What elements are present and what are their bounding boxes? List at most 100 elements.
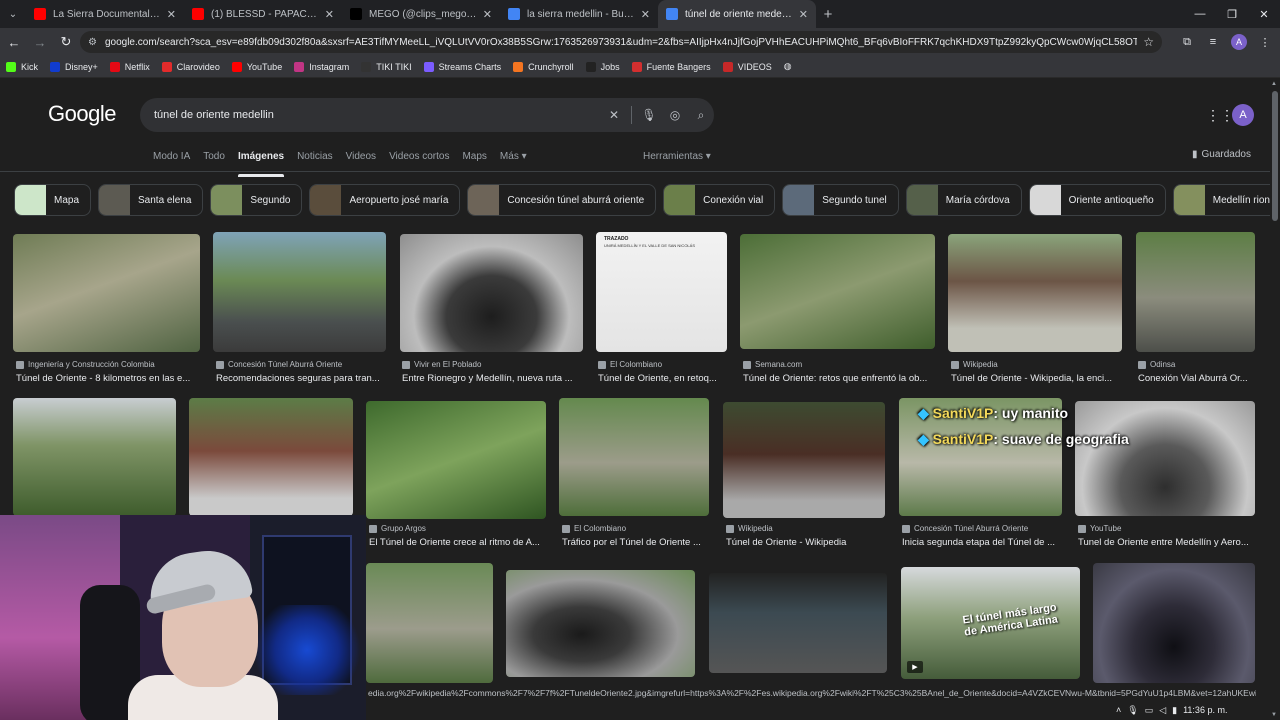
- restore-icon[interactable]: ❐: [1216, 0, 1248, 28]
- result-meta[interactable]: El Colombiano Túnel de Oriente, en retoq.…: [598, 359, 722, 384]
- result-image[interactable]: [506, 570, 695, 677]
- globe-icon[interactable]: ◍: [784, 61, 792, 72]
- tab-close-icon[interactable]: ✕: [167, 8, 176, 21]
- bookmark-star-icon[interactable]: ☆: [1143, 35, 1154, 49]
- browser-tab[interactable]: la sierra medellin - Buscar con G ✕: [500, 0, 658, 28]
- minimize-icon[interactable]: —: [1184, 0, 1216, 28]
- result-image[interactable]: [709, 573, 887, 673]
- media-controls-icon[interactable]: ≡: [1204, 30, 1222, 54]
- back-icon[interactable]: ←: [2, 30, 26, 54]
- scroll-up-icon[interactable]: ▲: [1271, 81, 1277, 87]
- result-image[interactable]: [1075, 401, 1255, 516]
- tab-close-icon[interactable]: ✕: [483, 8, 492, 21]
- bookmark-item[interactable]: Fuente Bangers: [631, 61, 711, 72]
- result-image[interactable]: [189, 398, 353, 516]
- result-image[interactable]: [366, 563, 493, 683]
- result-image[interactable]: ▶ El túnel más largo de América Latina: [901, 567, 1080, 679]
- browser-tab[interactable]: La Sierra Documental Película c ✕: [26, 0, 184, 28]
- source-favicon-icon: [369, 524, 377, 533]
- tab-close-icon[interactable]: ✕: [325, 8, 334, 21]
- url-text[interactable]: google.com/search?sca_esv=e89fdb09d302f8…: [105, 37, 1137, 48]
- chat-username: SantiV1P: [932, 431, 994, 447]
- result-image[interactable]: [740, 234, 935, 349]
- result-source-name: Concesión Túnel Aburrá Oriente: [914, 524, 1029, 533]
- bookmark-label: Netflix: [124, 61, 150, 72]
- bookmark-label: TIKI TIKI: [376, 61, 412, 72]
- bookmark-item[interactable]: Netflix: [109, 61, 150, 72]
- bookmark-item[interactable]: YouTube: [231, 61, 283, 72]
- mic-tray-icon[interactable]: 🎙: [1127, 705, 1138, 716]
- bookmark-item[interactable]: Streams Charts: [423, 61, 501, 72]
- bookmark-item[interactable]: Disney+: [50, 61, 98, 72]
- system-tray: ˄ 🎙 ▭ ◁ ▮ 11:36 p. m.: [1116, 700, 1280, 720]
- close-window-icon[interactable]: ✕: [1248, 0, 1280, 28]
- result-meta[interactable]: Odinsa Conexión Vial Aburrá Or...: [1138, 359, 1255, 384]
- chevron-up-icon[interactable]: ˄: [1116, 705, 1121, 715]
- bookmark-item[interactable]: Kick: [6, 61, 38, 72]
- result-source-name: Wikipedia: [738, 524, 773, 533]
- extensions-icon[interactable]: ⧉: [1178, 30, 1196, 54]
- bookmark-favicon-icon: [231, 61, 242, 72]
- result-meta[interactable]: El Colombiano Tráfico por el Túnel de Ori…: [562, 523, 708, 548]
- bookmark-item[interactable]: Jobs: [585, 61, 620, 72]
- reload-icon[interactable]: ↻: [54, 30, 78, 54]
- result-source-name: YouTube: [1090, 524, 1122, 533]
- speaker-icon[interactable]: ◁: [1159, 705, 1166, 716]
- bookmark-item[interactable]: TIKI TIKI: [361, 61, 412, 72]
- result-image[interactable]: [366, 401, 546, 519]
- chat-badge-icon: ◆: [918, 405, 933, 421]
- bookmark-favicon-icon: [722, 61, 733, 72]
- clock[interactable]: 11:36 p. m.: [1183, 705, 1227, 715]
- result-image[interactable]: [13, 234, 200, 352]
- bookmarks-bar: Kick Disney+ Netflix Clarovideo YouTube Insta…: [0, 56, 1280, 78]
- tab-search-icon[interactable]: ⌄: [0, 0, 26, 28]
- bookmark-favicon-icon: [361, 61, 372, 72]
- address-bar[interactable]: ⚙ google.com/search?sca_esv=e89fdb09d302…: [80, 31, 1162, 53]
- result-source: Ingeniería y Construcción Colombia: [16, 359, 200, 370]
- tab-close-icon[interactable]: ✕: [799, 8, 808, 21]
- network-icon[interactable]: ▭: [1145, 705, 1154, 716]
- bookmark-item[interactable]: VIDEOS: [722, 61, 772, 72]
- scrollbar-thumb[interactable]: [1272, 91, 1278, 221]
- result-image[interactable]: [1136, 232, 1255, 352]
- bookmark-favicon-icon: [109, 61, 120, 72]
- browser-tab[interactable]: (1) BLESSD - PAPACITO 💜 (VID ✕: [184, 0, 342, 28]
- browser-tab[interactable]: túnel de oriente medellin - Busc ✕: [658, 0, 816, 28]
- chat-text: : uy manito: [993, 405, 1069, 421]
- play-icon[interactable]: ▶: [907, 661, 923, 673]
- bookmark-item[interactable]: Crunchyroll: [513, 61, 574, 72]
- webcam-led-light: [252, 605, 362, 695]
- result-meta[interactable]: Concesión Túnel Aburrá Oriente Recomendac…: [216, 359, 386, 384]
- result-image[interactable]: [559, 398, 709, 516]
- result-meta[interactable]: Wikipedia Túnel de Oriente - Wikipedia, l…: [951, 359, 1121, 384]
- result-image[interactable]: TRAZADO UNIRÁ MEDELLÍN Y EL VALLE DE SAN …: [596, 232, 727, 352]
- browser-tab[interactable]: MEGO (@clips_megonorrea) | T ✕: [342, 0, 500, 28]
- result-image[interactable]: [948, 234, 1122, 352]
- tab-close-icon[interactable]: ✕: [641, 8, 650, 21]
- result-meta[interactable]: Ingeniería y Construcción Colombia Túnel …: [16, 359, 200, 384]
- result-image[interactable]: [13, 398, 176, 516]
- result-image[interactable]: [1093, 563, 1255, 683]
- profile-button[interactable]: A: [1230, 30, 1248, 54]
- result-meta[interactable]: Grupo Argos El Túnel de Oriente crece al …: [369, 523, 545, 548]
- bookmark-favicon-icon: [423, 61, 434, 72]
- result-image[interactable]: [400, 234, 583, 352]
- result-image[interactable]: [213, 232, 386, 352]
- menu-kebab-icon[interactable]: ⋮: [1256, 30, 1274, 54]
- result-meta[interactable]: Vivir en El Poblado Entre Rionegro y Mede…: [402, 359, 580, 384]
- result-meta[interactable]: Semana.com Túnel de Oriente: retos que en…: [743, 359, 933, 384]
- new-tab-icon[interactable]: +: [816, 0, 840, 28]
- result-meta[interactable]: Wikipedia Túnel de Oriente - Wikipedia: [726, 523, 884, 548]
- bookmark-item[interactable]: Clarovideo: [161, 61, 220, 72]
- bookmark-label: YouTube: [246, 61, 283, 72]
- source-favicon-icon: [562, 524, 570, 533]
- forward-icon[interactable]: →: [28, 30, 52, 54]
- chat-badge-icon: ◆: [918, 431, 933, 447]
- result-image[interactable]: [723, 402, 885, 518]
- result-meta[interactable]: YouTube Tunel de Oriente entre Medellín y…: [1078, 523, 1254, 548]
- bookmark-item[interactable]: Instagram: [294, 61, 349, 72]
- battery-icon[interactable]: ▮: [1172, 705, 1177, 716]
- site-info-icon[interactable]: ⚙: [88, 37, 97, 48]
- result-meta[interactable]: Concesión Túnel Aburrá Oriente Inicia seg…: [902, 523, 1060, 548]
- page-scrollbar[interactable]: ▲ ▼: [1270, 79, 1280, 720]
